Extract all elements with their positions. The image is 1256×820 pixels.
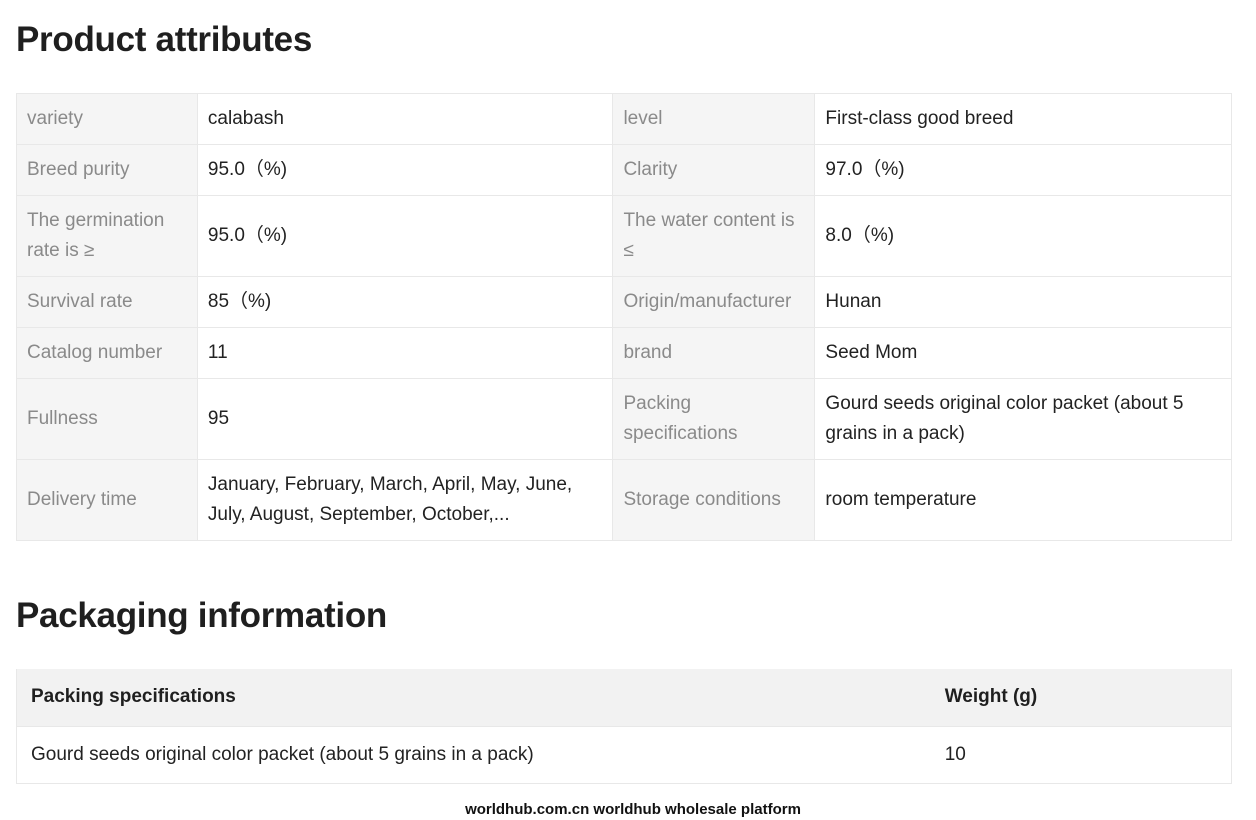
attribute-value: First-class good breed: [814, 93, 1232, 145]
attribute-value: Hunan: [814, 276, 1232, 328]
product-attributes-table: variety calabash level First-class good …: [16, 93, 1232, 541]
attribute-row: Delivery time January, February, March, …: [16, 459, 1232, 541]
attribute-row: Survival rate 85（%) Origin/manufacturer …: [16, 276, 1232, 328]
column-header-packing-specifications: Packing specifications: [16, 669, 931, 727]
attribute-value: calabash: [196, 93, 614, 145]
attribute-key: Origin/manufacturer: [612, 276, 816, 328]
attribute-value: Seed Mom: [814, 327, 1232, 379]
attribute-row: Fullness 95 Packing specifications Gourd…: [16, 378, 1232, 460]
attribute-key: The water content is ≤: [612, 195, 816, 277]
attribute-value: 85（%): [196, 276, 614, 328]
attribute-key: Catalog number: [16, 327, 198, 379]
attribute-key: level: [612, 93, 816, 145]
attribute-value: January, February, March, April, May, Ju…: [196, 459, 614, 541]
attribute-value: 95.0（%): [196, 195, 614, 277]
footer-watermark: worldhub.com.cn worldhub wholesale platf…: [465, 801, 801, 818]
weight-cell: 10: [930, 726, 1232, 784]
attribute-key: brand: [612, 327, 816, 379]
attribute-key: Breed purity: [16, 144, 198, 196]
delivery-time-value: January, February, March, April, May, Ju…: [207, 474, 573, 525]
attribute-row: Catalog number 11 brand Seed Mom: [16, 327, 1232, 379]
attribute-row: variety calabash level First-class good …: [16, 93, 1232, 145]
attribute-key: variety: [16, 93, 198, 145]
attribute-key: Clarity: [612, 144, 816, 196]
column-header-weight: Weight (g): [930, 669, 1232, 727]
attribute-value: 8.0（%): [814, 195, 1232, 277]
attribute-value: 95.0（%): [196, 144, 614, 196]
packing-spec-cell: Gourd seeds original color packet (about…: [16, 726, 931, 784]
packaging-information-title: Packaging information: [16, 596, 387, 635]
attribute-value: 95: [196, 378, 614, 460]
product-attributes-title: Product attributes: [16, 20, 313, 59]
attribute-key: Storage conditions: [612, 459, 816, 541]
attribute-key: The germination rate is ≥: [16, 195, 198, 277]
attribute-row: Breed purity 95.0（%) Clarity 97.0（%): [16, 144, 1232, 196]
attribute-row: The germination rate is ≥ 95.0（%) The wa…: [16, 195, 1232, 277]
packaging-table: Packing specifications Weight (g) Gourd …: [16, 669, 1232, 784]
attribute-key: Packing specifications: [612, 378, 816, 460]
attribute-value: room temperature: [814, 459, 1232, 541]
attribute-key: Survival rate: [16, 276, 198, 328]
attribute-value: 11: [196, 327, 614, 379]
attribute-value: Gourd seeds original color packet (about…: [814, 378, 1232, 460]
table-row: Gourd seeds original color packet (about…: [16, 726, 1232, 784]
attribute-value: 97.0（%): [814, 144, 1232, 196]
attribute-key: Fullness: [16, 378, 198, 460]
attribute-key: Delivery time: [16, 459, 198, 541]
packaging-header-row: Packing specifications Weight (g): [16, 669, 1232, 727]
